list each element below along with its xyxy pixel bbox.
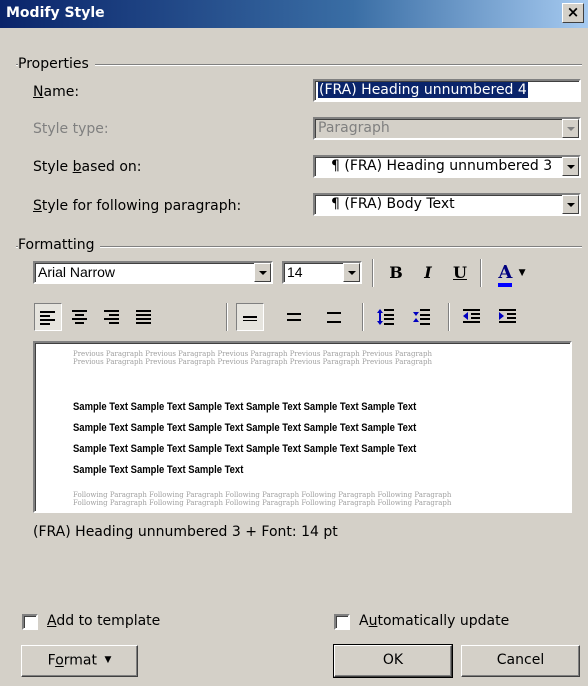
font-size-value: 14 xyxy=(287,264,303,280)
decrease-indent-button[interactable] xyxy=(458,303,486,331)
following-paragraph-value: ¶ (FRA) Body Text xyxy=(331,196,455,212)
style-type-select: Paragraph xyxy=(313,117,581,140)
sample-text-line: Sample Text Sample Text Sample Text Samp… xyxy=(73,422,417,434)
window-title: Modify Style xyxy=(6,5,105,21)
sample-text-line: Sample Text Sample Text Sample Text Samp… xyxy=(73,401,417,413)
italic-button[interactable]: I xyxy=(414,259,442,287)
style-type-label: Style type: xyxy=(33,121,109,137)
italic-icon: I xyxy=(424,263,432,282)
align-right-icon xyxy=(104,310,119,324)
one-half-spacing-icon xyxy=(287,313,301,321)
following-paragraph-select[interactable]: ¶ (FRA) Body Text xyxy=(313,193,581,216)
align-center-icon xyxy=(72,310,87,324)
single-spacing-icon xyxy=(243,316,257,321)
title-bar: Modify Style × xyxy=(0,0,588,28)
sample-text-line: Sample Text Sample Text Sample Text Samp… xyxy=(73,443,417,455)
format-button[interactable]: Format ▼ xyxy=(21,645,138,677)
underline-icon: U xyxy=(453,263,467,282)
based-on-select[interactable]: ¶ (FRA) Heading unnumbered 3 xyxy=(313,155,581,178)
decrease-spacing-button[interactable] xyxy=(408,303,436,331)
justify-button[interactable] xyxy=(130,303,158,331)
font-color-button[interactable]: A ▼ xyxy=(490,259,534,287)
font-size-select[interactable]: 14 xyxy=(282,261,362,284)
style-type-dropdown-arrow-icon xyxy=(562,119,579,138)
toolbar-separator xyxy=(480,259,482,287)
increase-indent-icon xyxy=(499,309,516,323)
cancel-button[interactable]: Cancel xyxy=(461,645,580,677)
name-input[interactable]: (FRA) Heading unnumbered 4 xyxy=(313,79,581,102)
increase-spacing-button[interactable] xyxy=(372,303,400,331)
toolbar-separator xyxy=(226,303,228,331)
close-button[interactable]: × xyxy=(562,3,584,23)
previous-paragraph-text: Previous Paragraph Previous Paragraph Pr… xyxy=(73,350,432,366)
decrease-indent-icon xyxy=(463,309,480,323)
toolbar-separator xyxy=(362,303,364,331)
align-right-button[interactable] xyxy=(98,303,126,331)
based-on-value: ¶ (FRA) Heading unnumbered 3 xyxy=(331,158,553,174)
font-dropdown-arrow-icon[interactable] xyxy=(254,263,271,282)
bold-button[interactable]: B xyxy=(382,259,410,287)
double-spacing-button[interactable] xyxy=(320,303,348,331)
decrease-spacing-icon xyxy=(413,309,430,325)
add-to-template-label[interactable]: Add to template xyxy=(47,613,160,629)
increase-spacing-icon xyxy=(377,309,394,325)
auto-update-label[interactable]: Automatically update xyxy=(359,613,509,629)
toolbar-separator xyxy=(372,259,374,287)
style-description: (FRA) Heading unnumbered 3 + Font: 14 pt xyxy=(33,524,338,540)
add-to-template-checkbox[interactable] xyxy=(22,614,38,630)
justify-icon xyxy=(136,310,151,324)
chevron-down-icon: ▼ xyxy=(104,655,112,665)
chevron-down-icon: ▼ xyxy=(518,268,526,278)
align-left-icon xyxy=(40,311,55,325)
increase-indent-button[interactable] xyxy=(494,303,522,331)
ok-button[interactable]: OK xyxy=(333,644,453,678)
style-preview: Previous Paragraph Previous Paragraph Pr… xyxy=(33,341,572,513)
name-label: Name: xyxy=(33,84,80,100)
font-value: Arial Narrow xyxy=(38,264,116,280)
properties-divider xyxy=(16,64,582,66)
align-center-button[interactable] xyxy=(66,303,94,331)
based-on-dropdown-arrow-icon[interactable] xyxy=(562,157,579,176)
properties-group-label: Properties xyxy=(18,56,95,72)
style-type-value: Paragraph xyxy=(318,120,390,136)
based-on-label: Style based on: xyxy=(33,159,142,175)
font-select[interactable]: Arial Narrow xyxy=(33,261,273,284)
following-paragraph-dropdown-arrow-icon[interactable] xyxy=(562,195,579,214)
font-color-icon: A xyxy=(498,263,513,287)
formatting-group-label: Formatting xyxy=(18,237,101,253)
close-icon: × xyxy=(566,3,580,21)
font-size-dropdown-arrow-icon[interactable] xyxy=(343,263,360,282)
formatting-divider xyxy=(16,246,582,248)
one-half-spacing-button[interactable] xyxy=(280,303,308,331)
underline-button[interactable]: U xyxy=(446,259,474,287)
double-spacing-icon xyxy=(327,312,341,323)
bold-icon: B xyxy=(389,263,403,282)
following-paragraph-text: Following Paragraph Following Paragraph … xyxy=(73,491,452,507)
align-left-button[interactable] xyxy=(34,303,62,331)
name-input-value: (FRA) Heading unnumbered 4 xyxy=(318,82,528,98)
auto-update-checkbox[interactable] xyxy=(334,614,350,630)
sample-text-line: Sample Text Sample Text Sample Text xyxy=(73,464,244,476)
following-paragraph-label: Style for following paragraph: xyxy=(33,198,242,214)
single-spacing-button[interactable] xyxy=(236,303,264,331)
toolbar-separator xyxy=(448,303,450,331)
